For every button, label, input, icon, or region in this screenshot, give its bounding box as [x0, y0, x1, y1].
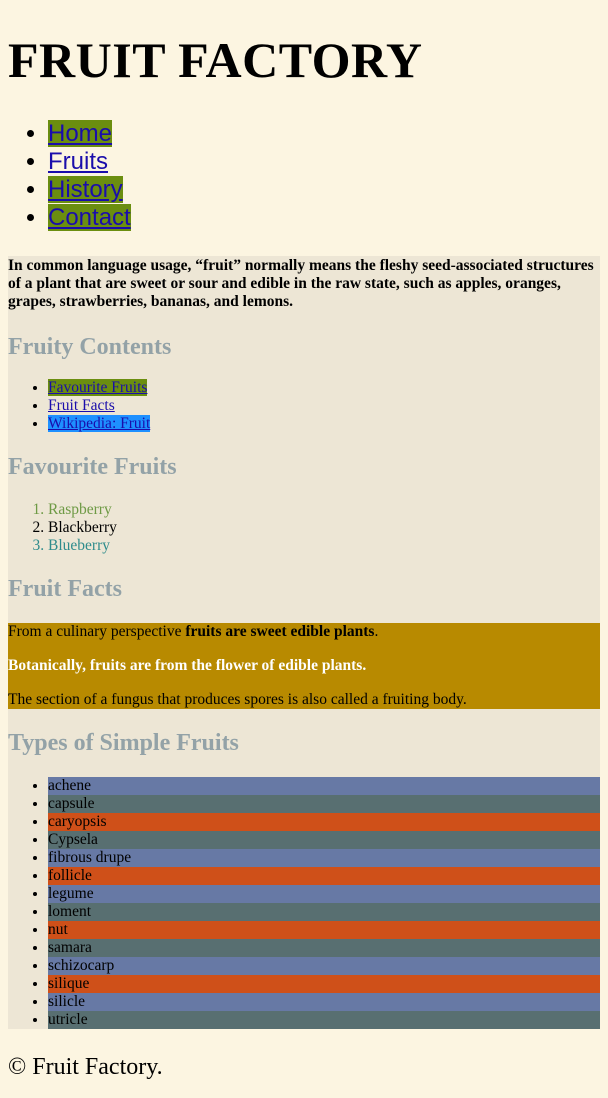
footer-copyright: © Fruit Factory. [8, 1054, 163, 1080]
favourites-heading: Favourite Fruits [8, 454, 177, 480]
type-item: caryopsis [48, 813, 600, 831]
type-item: nut [48, 921, 600, 939]
site-title: FRUIT FACTORY [8, 32, 423, 88]
intro-paragraph: In common language usage, “fruit” normal… [8, 257, 594, 310]
contents-link-favourites[interactable]: Favourite Fruits [48, 379, 148, 396]
nav-link-fruits[interactable]: Fruits [48, 148, 108, 175]
contents-heading: Fruity Contents [8, 334, 172, 360]
type-item: silique [48, 975, 600, 993]
favourites-list: Raspberry Blackberry Blueberry [8, 501, 600, 555]
nav-item-fruits: Fruits [48, 148, 600, 176]
facts-heading: Fruit Facts [8, 576, 122, 602]
facts-block: From a culinary perspective fruits are s… [8, 623, 600, 709]
nav-item-history: History [48, 176, 600, 204]
main-content: In common language usage, “fruit” normal… [8, 256, 600, 1029]
fact-botanical: Botanically, fruits are from the flower … [8, 657, 367, 674]
type-item: legume [48, 885, 600, 903]
type-item: utricle [48, 1011, 600, 1029]
main-nav: Home Fruits History Contact [8, 120, 600, 232]
type-item: achene [48, 777, 600, 795]
nav-item-contact: Contact [48, 204, 600, 232]
nav-item-home: Home [48, 120, 600, 148]
type-item: samara [48, 939, 600, 957]
type-item: Cypsela [48, 831, 600, 849]
type-item: loment [48, 903, 600, 921]
contents-item: Fruit Facts [48, 397, 600, 415]
favourite-item: Raspberry [48, 501, 600, 519]
contents-item: Favourite Fruits [48, 379, 600, 397]
type-item: follicle [48, 867, 600, 885]
fact-fungus: The section of a fungus that produces sp… [8, 691, 467, 708]
type-item: fibrous drupe [48, 849, 600, 867]
type-item: schizocarp [48, 957, 600, 975]
nav-link-contact[interactable]: Contact [48, 204, 131, 231]
fact-culinary: From a culinary perspective fruits are s… [8, 623, 379, 640]
contents-link-wikipedia[interactable]: Wikipedia: Fruit [48, 415, 151, 432]
nav-link-history[interactable]: History [48, 176, 123, 203]
types-list: achene capsule caryopsis Cypsela fibrous… [8, 777, 600, 1029]
favourite-item: Blueberry [48, 537, 600, 555]
types-heading: Types of Simple Fruits [8, 730, 239, 756]
favourite-item: Blackberry [48, 519, 600, 537]
contents-item: Wikipedia: Fruit [48, 415, 600, 433]
type-item: capsule [48, 795, 600, 813]
type-item: silicle [48, 993, 600, 1011]
nav-link-home[interactable]: Home [48, 120, 113, 147]
contents-link-facts[interactable]: Fruit Facts [48, 397, 115, 414]
contents-list: Favourite Fruits Fruit Facts Wikipedia: … [8, 379, 600, 433]
